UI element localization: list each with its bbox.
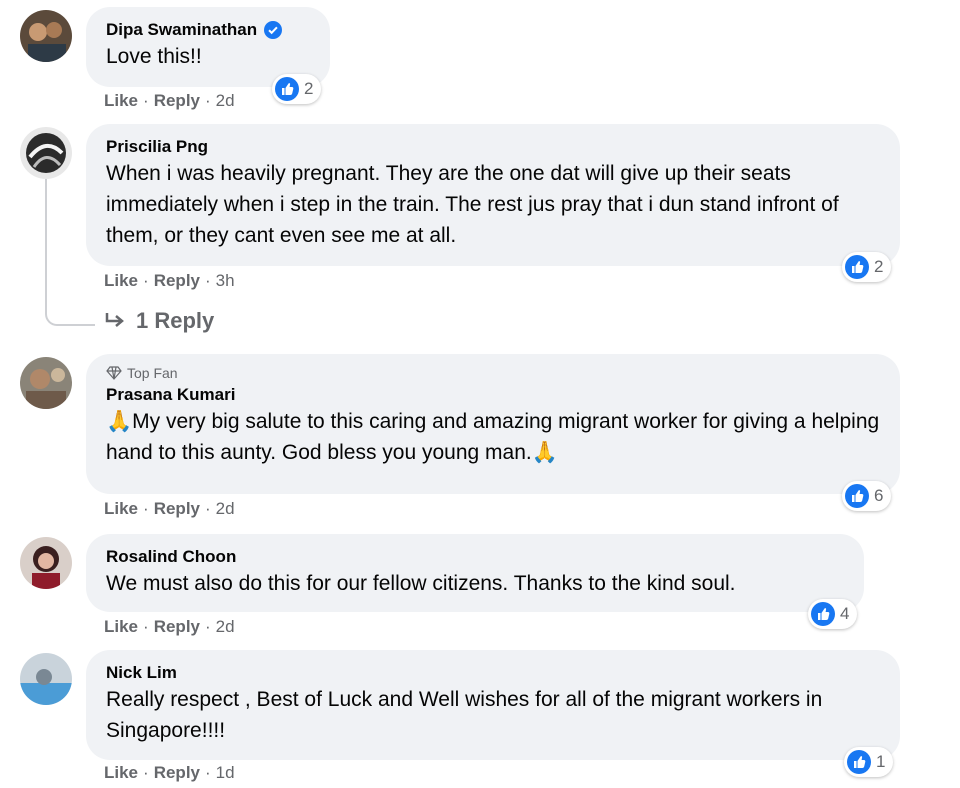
reaction-number: 4 xyxy=(840,604,850,623)
reply-link[interactable]: Reply xyxy=(154,91,200,111)
diamond-icon xyxy=(106,366,122,380)
comment-bubble: Priscilia Png When i was heavily pregnan… xyxy=(86,124,900,266)
reaction-count[interactable]: 6 xyxy=(842,481,892,511)
comment-text: We must also do this for our fellow citi… xyxy=(106,572,736,595)
separator: · xyxy=(143,91,149,110)
avatar[interactable] xyxy=(20,127,72,179)
reaction-count[interactable]: 1 xyxy=(844,747,894,777)
timestamp[interactable]: 2d xyxy=(216,91,235,111)
timestamp[interactable]: 2d xyxy=(216,617,235,637)
reply-link[interactable]: Reply xyxy=(154,271,200,291)
author-name[interactable]: Nick Lim xyxy=(106,662,177,684)
reaction-count[interactable]: 2 xyxy=(272,74,322,104)
like-link[interactable]: Like xyxy=(104,271,138,291)
separator: · xyxy=(143,617,149,636)
comment-text: 🙏My very big salute to this caring and a… xyxy=(106,410,880,464)
like-reaction-icon xyxy=(847,750,871,774)
like-link[interactable]: Like xyxy=(104,91,138,111)
avatar[interactable] xyxy=(20,537,72,589)
reaction-number: 2 xyxy=(874,257,884,276)
like-link[interactable]: Like xyxy=(104,763,138,783)
comment-bubble: Rosalind Choon We must also do this for … xyxy=(86,534,864,612)
reaction-number: 6 xyxy=(874,486,884,505)
comment-actions: Like · Reply · 2d xyxy=(104,617,235,637)
separator: · xyxy=(205,499,211,518)
comment-text: Love this!! xyxy=(106,45,202,68)
comment-actions: Like · Reply · 1d xyxy=(104,763,235,783)
comment-text: Really respect , Best of Luck and Well w… xyxy=(106,688,823,742)
separator: · xyxy=(205,271,211,290)
reaction-count[interactable]: 4 xyxy=(808,599,858,629)
like-reaction-icon xyxy=(275,77,299,101)
like-link[interactable]: Like xyxy=(104,617,138,637)
comment-actions: Like · Reply · 2d xyxy=(104,499,235,519)
separator: · xyxy=(205,91,211,110)
comment-bubble: Top Fan Prasana Kumari 🙏My very big salu… xyxy=(86,354,900,494)
author-name[interactable]: Priscilia Png xyxy=(106,136,208,158)
like-reaction-icon xyxy=(811,602,835,626)
verified-badge-icon xyxy=(264,21,283,39)
reply-link[interactable]: Reply xyxy=(154,617,200,637)
separator: · xyxy=(143,763,149,782)
top-fan-label: Top Fan xyxy=(127,365,178,381)
timestamp[interactable]: 3h xyxy=(216,271,235,291)
separator: · xyxy=(143,271,149,290)
reply-arrow-icon xyxy=(105,313,124,327)
comment-actions: Like · Reply · 2d xyxy=(104,91,235,111)
reply-link[interactable]: Reply xyxy=(154,763,200,783)
comment-bubble: Nick Lim Really respect , Best of Luck a… xyxy=(86,650,900,760)
author-name[interactable]: Rosalind Choon xyxy=(106,546,236,568)
like-link[interactable]: Like xyxy=(104,499,138,519)
reaction-count[interactable]: 2 xyxy=(842,252,892,282)
avatar[interactable] xyxy=(20,653,72,705)
separator: · xyxy=(143,499,149,518)
author-name[interactable]: Prasana Kumari xyxy=(106,384,235,406)
reaction-number: 2 xyxy=(304,79,314,98)
top-fan-badge: Top Fan xyxy=(106,364,880,382)
view-replies-button[interactable]: 1 Reply xyxy=(104,308,214,334)
view-replies-label: 1 Reply xyxy=(136,308,215,333)
separator: · xyxy=(205,763,211,782)
reaction-number: 1 xyxy=(876,752,886,771)
timestamp[interactable]: 1d xyxy=(216,763,235,783)
separator: · xyxy=(205,617,211,636)
avatar[interactable] xyxy=(20,10,72,62)
author-name[interactable]: Dipa Swaminathan xyxy=(106,19,257,41)
comment-text: When i was heavily pregnant. They are th… xyxy=(106,162,839,247)
like-reaction-icon xyxy=(845,255,869,279)
avatar[interactable] xyxy=(20,357,72,409)
timestamp[interactable]: 2d xyxy=(216,499,235,519)
reply-link[interactable]: Reply xyxy=(154,499,200,519)
comment-actions: Like · Reply · 3h xyxy=(104,271,235,291)
like-reaction-icon xyxy=(845,484,869,508)
